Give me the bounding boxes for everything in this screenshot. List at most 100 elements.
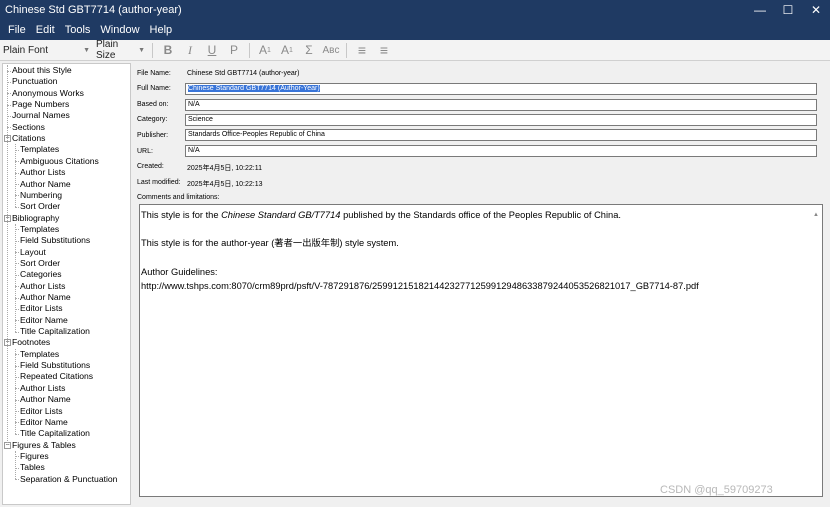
size-select[interactable]: Plain Size ▼	[93, 39, 148, 61]
tree-item[interactable]: Page Numbers	[12, 99, 69, 110]
title-bar: Chinese Std GBT7714 (author-year) — ☐ ✕	[0, 0, 830, 20]
tree-item[interactable]: Author Lists	[20, 383, 65, 394]
comment-line-3: Author Guidelines:	[141, 266, 218, 277]
comment-line-1: This style is for the Chinese Standard G…	[141, 208, 810, 222]
tree-item[interactable]: Punctuation	[12, 76, 57, 87]
tree-item[interactable]: Tables	[20, 462, 45, 473]
tree-connector	[15, 376, 19, 378]
subscript-mark: 1	[289, 46, 293, 54]
tree-item[interactable]: Journal Names	[12, 110, 70, 121]
tree-item[interactable]: Sort Order	[20, 201, 60, 212]
tree-item[interactable]: Field Substitutions	[20, 235, 90, 246]
small-caps-button[interactable]: Aʙᴄ	[320, 42, 342, 59]
tree-connector	[15, 365, 19, 367]
tree-connector	[15, 144, 16, 207]
style-section-tree[interactable]: About this Style Punctuation Anonymous Wor…	[2, 63, 131, 505]
tree-item[interactable]: Footnotes	[12, 337, 50, 348]
tree-item[interactable]: Templates	[20, 144, 59, 155]
italic-button[interactable]: I	[179, 42, 201, 59]
tree-connector	[15, 388, 19, 390]
tree-item[interactable]: Separation & Punctuation	[20, 474, 117, 485]
publisher-field[interactable]: Standards Office-Peoples Republic of Chi…	[185, 129, 817, 141]
tree-item[interactable]: Editor Lists	[20, 406, 63, 417]
tree-connector	[15, 286, 19, 288]
tree-connector	[15, 399, 19, 401]
url-label: URL:	[137, 148, 153, 155]
full-name-value: Chinese Standard GBT7714 (Author-Year)	[188, 85, 320, 92]
tree-item[interactable]: Numbering	[20, 190, 62, 201]
menu-help[interactable]: Help	[145, 24, 178, 36]
font-select-value: Plain Font	[3, 44, 49, 56]
menu-edit[interactable]: Edit	[31, 24, 60, 36]
scroll-up-icon[interactable]: ▲	[813, 208, 819, 222]
superscript-button[interactable]: A1	[254, 42, 276, 59]
tree-item[interactable]: Author Name	[20, 292, 71, 303]
comment-line-1-post: published by the Standards office of the…	[340, 210, 621, 220]
subscript-icon: A	[281, 43, 290, 57]
chevron-down-icon: ▼	[138, 46, 145, 54]
category-field[interactable]: Science	[185, 114, 817, 126]
tree-item[interactable]: Author Name	[20, 394, 71, 405]
menu-window[interactable]: Window	[95, 24, 144, 36]
tree-item[interactable]: Sections	[12, 122, 45, 133]
align-center-button[interactable]: ≡	[373, 42, 395, 59]
full-name-field[interactable]: Chinese Standard GBT7714 (Author-Year)	[185, 83, 817, 95]
superscript-mark: 1	[267, 46, 271, 54]
tree-item[interactable]: Figures	[20, 451, 49, 462]
tree-item[interactable]: Editor Lists	[20, 303, 63, 314]
comments-textarea[interactable]: ▲ This style is for the Chinese Standard…	[139, 204, 823, 497]
tree-connector	[15, 411, 19, 412]
tree-item[interactable]: Citations	[12, 133, 45, 144]
tree-item[interactable]: Author Name	[20, 179, 71, 190]
tree-item[interactable]: Bibliography	[12, 213, 59, 224]
tree-item[interactable]: Templates	[20, 224, 59, 235]
comment-line-2: This style is for the author-year (著者一出版…	[141, 238, 399, 249]
tree-item[interactable]: Ambiguous Citations	[20, 156, 99, 167]
subscript-button[interactable]: A1	[276, 42, 298, 59]
created-value: 2025年4月5日, 10:22:11	[187, 165, 262, 172]
font-select[interactable]: Plain Font ▼	[0, 42, 93, 59]
tree-item[interactable]: Sort Order	[20, 258, 60, 269]
tree-connector	[15, 252, 19, 254]
tree-connector	[7, 65, 8, 445]
created-label: Created:	[137, 163, 164, 170]
plain-button[interactable]: P	[223, 42, 245, 59]
tree-item[interactable]: Title Capitalization	[20, 326, 90, 337]
tree-connector	[15, 184, 19, 185]
tree-connector	[15, 263, 19, 265]
based-on-field[interactable]: N/A	[185, 99, 817, 111]
tree-connector	[15, 456, 19, 458]
minimize-button[interactable]: —	[746, 0, 774, 20]
tree-connector	[15, 149, 19, 151]
tree-item[interactable]: Figures & Tables	[12, 440, 76, 451]
tree-item[interactable]: Editor Name	[20, 417, 68, 428]
tree-item[interactable]: Categories	[20, 269, 62, 280]
tree-connector	[15, 331, 19, 333]
tree-item[interactable]: Editor Name	[20, 315, 68, 326]
tree-connector	[15, 240, 19, 242]
tree-item[interactable]: Templates	[20, 349, 59, 360]
tree-item[interactable]: Repeated Citations	[20, 371, 93, 382]
comments-label: Comments and limitations:	[137, 194, 220, 201]
tree-item[interactable]: Anonymous Works	[12, 88, 84, 99]
tree-item[interactable]: Author Lists	[20, 281, 65, 292]
tree-item[interactable]: Field Substitutions	[20, 360, 90, 371]
tree-item[interactable]: Title Capitalization	[20, 428, 90, 439]
toolbar-divider	[346, 42, 347, 58]
tree-item[interactable]: Author Lists	[20, 167, 65, 178]
symbol-button[interactable]: Σ	[298, 42, 320, 59]
align-left-button[interactable]: ≡	[351, 42, 373, 59]
tree-item[interactable]: Layout	[20, 247, 46, 258]
bold-button[interactable]: B	[157, 42, 179, 59]
based-on-label: Based on:	[137, 101, 169, 108]
underline-button[interactable]: U	[201, 42, 223, 59]
menu-tools[interactable]: Tools	[60, 24, 96, 36]
close-button[interactable]: ✕	[802, 0, 830, 20]
tree-connector	[15, 320, 19, 322]
maximize-button[interactable]: ☐	[774, 0, 802, 20]
url-field[interactable]: N/A	[185, 145, 817, 157]
menu-file[interactable]: File	[3, 24, 31, 36]
tree-item[interactable]: About this Style	[12, 65, 72, 76]
menu-bar: File Edit Tools Window Help	[0, 20, 830, 40]
